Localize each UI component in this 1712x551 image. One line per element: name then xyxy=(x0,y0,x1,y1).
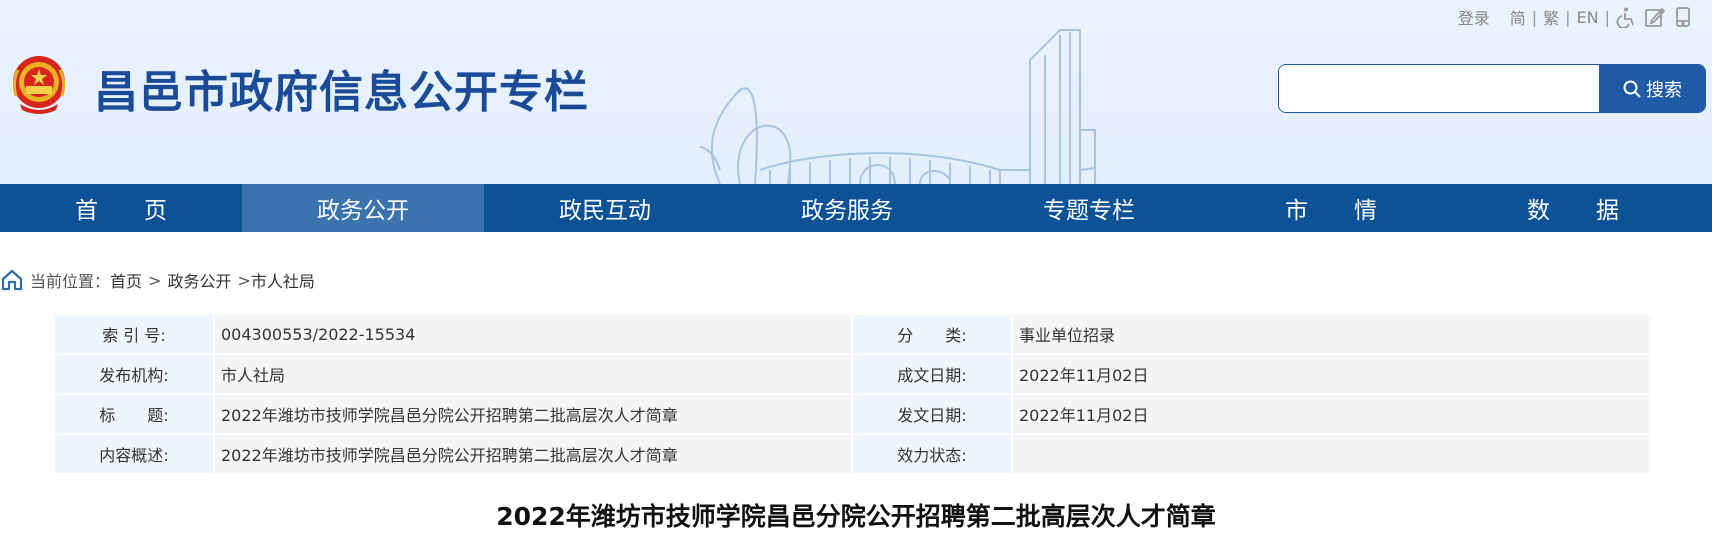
info-value: 市人社局 xyxy=(215,355,853,395)
nav-item-data[interactable]: 数 据 xyxy=(1452,184,1694,232)
divider: | xyxy=(1565,7,1571,27)
nav-item-home[interactable]: 首 页 xyxy=(0,184,242,232)
accessibility-icon[interactable] xyxy=(1616,6,1638,29)
info-label: 发布机构: xyxy=(55,355,215,395)
divider: | xyxy=(1531,7,1538,27)
info-value xyxy=(1013,435,1652,475)
edit-icon[interactable] xyxy=(1644,6,1666,28)
nav-item-city-info[interactable]: 市 情 xyxy=(1210,184,1452,232)
site-title: 昌邑市政府信息公开专栏 xyxy=(94,67,589,118)
mobile-icon[interactable] xyxy=(1672,6,1694,28)
breadcrumb: 当前位置： 首页 > 政务公开 > 市人社局 xyxy=(0,268,315,292)
info-value: 2022年11月02日 xyxy=(1013,355,1652,395)
nav-item-topics[interactable]: 专题专栏 xyxy=(968,184,1210,232)
breadcrumb-current[interactable]: 市人社局 xyxy=(251,268,315,292)
traditional-chinese-link[interactable]: 繁 xyxy=(1543,5,1559,29)
info-label: 分 类: xyxy=(853,315,1013,355)
breadcrumb-prefix: 当前位置： xyxy=(30,272,111,291)
info-value: 2022年11月02日 xyxy=(1013,395,1652,435)
info-label: 索 引 号: xyxy=(55,315,215,355)
info-label: 标 题: xyxy=(55,395,215,435)
search-button[interactable]: 搜索 xyxy=(1599,65,1705,112)
header: 昌邑市政府信息公开专栏 登录 简 | 繁 | EN | 搜索 xyxy=(0,0,1712,184)
info-label: 成文日期: xyxy=(853,355,1013,395)
search-button-label: 搜索 xyxy=(1646,79,1682,101)
breadcrumb-separator: > xyxy=(148,270,162,290)
main-nav: 首 页 政务公开 政民互动 政务服务 专题专栏 市 情 数 据 xyxy=(0,184,1712,232)
top-links: 登录 简 | 繁 | EN | xyxy=(1458,5,1694,29)
table-row: 发布机构: 市人社局 成文日期: 2022年11月02日 xyxy=(55,355,1652,395)
info-value: 004300553/2022-15534 xyxy=(215,315,853,355)
home-icon xyxy=(1,269,23,291)
search-input[interactable] xyxy=(1279,65,1599,112)
divider: | xyxy=(1604,7,1610,27)
info-value: 2022年潍坊市技师学院昌邑分院公开招聘第二批高层次人才简章 xyxy=(215,395,853,435)
breadcrumb-government-affairs[interactable]: 政务公开 xyxy=(167,268,231,292)
info-value: 事业单位招录 xyxy=(1013,315,1652,355)
info-label: 效力状态: xyxy=(853,435,1013,475)
info-label: 发文日期: xyxy=(853,395,1013,435)
search-box: 搜索 xyxy=(1278,64,1706,113)
article-title: 2022年潍坊市技师学院昌邑分院公开招聘第二批高层次人才简章 xyxy=(496,502,1216,531)
info-value: 2022年潍坊市技师学院昌邑分院公开招聘第二批高层次人才简章 xyxy=(215,435,853,475)
nav-item-interaction[interactable]: 政民互动 xyxy=(484,184,726,232)
login-link[interactable]: 登录 xyxy=(1458,5,1490,29)
city-skyline-illustration xyxy=(700,29,1096,184)
simplified-chinese-link[interactable]: 简 xyxy=(1510,5,1526,29)
table-row: 标 题: 2022年潍坊市技师学院昌邑分院公开招聘第二批高层次人才简章 发文日期… xyxy=(55,395,1652,435)
info-label: 内容概述: xyxy=(55,435,215,475)
nav-item-government-affairs[interactable]: 政务公开 xyxy=(242,184,484,232)
document-info-table: 索 引 号: 004300553/2022-15534 分 类: 事业单位招录 … xyxy=(55,315,1652,475)
national-emblem-icon xyxy=(12,56,66,114)
table-row: 索 引 号: 004300553/2022-15534 分 类: 事业单位招录 xyxy=(55,315,1652,355)
breadcrumb-home[interactable]: 首页 xyxy=(110,268,142,292)
table-row: 内容概述: 2022年潍坊市技师学院昌邑分院公开招聘第二批高层次人才简章 效力状… xyxy=(55,435,1652,475)
breadcrumb-separator: > xyxy=(237,270,251,290)
english-link[interactable]: EN xyxy=(1577,8,1599,27)
search-icon xyxy=(1623,80,1641,98)
nav-item-services[interactable]: 政务服务 xyxy=(726,184,968,232)
